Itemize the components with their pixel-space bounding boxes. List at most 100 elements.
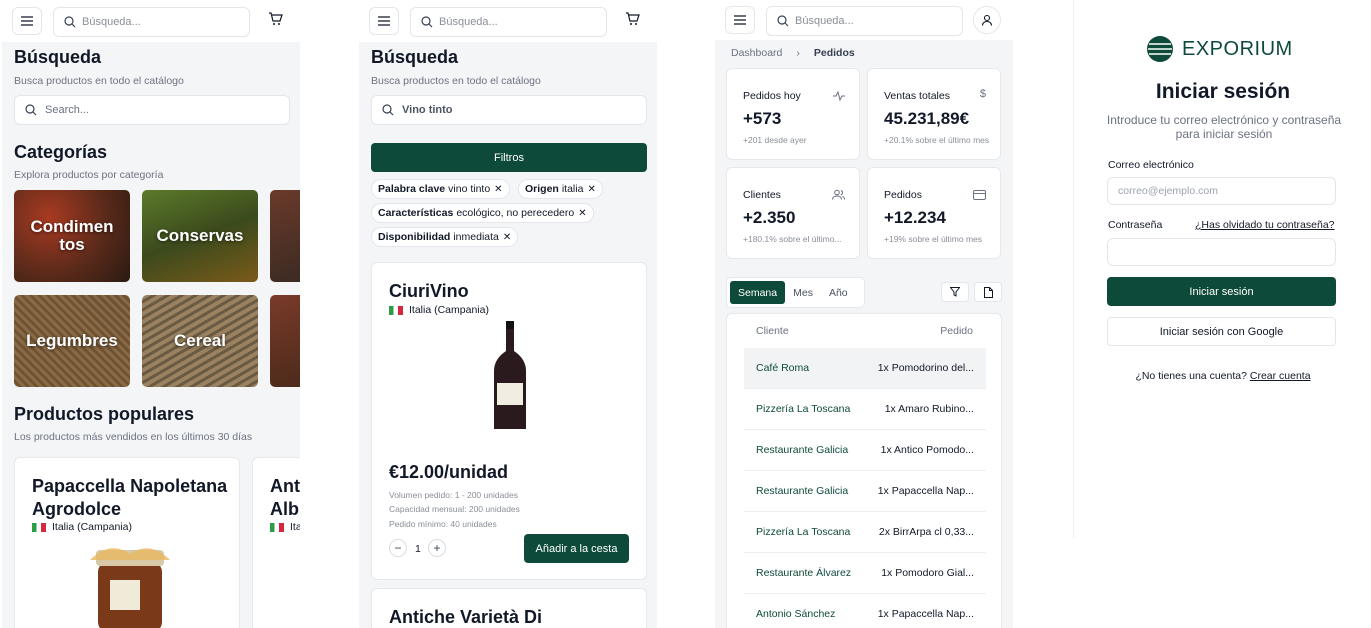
- table-row[interactable]: Restaurante Galicia 1x Papaccella Nap...: [744, 471, 986, 512]
- stat-sub: +19% sobre el último mes: [884, 234, 983, 244]
- forgot-password-link[interactable]: ¿Has olvidado tu contraseña?: [1195, 219, 1335, 231]
- table-row[interactable]: Pizzería La Toscana 2x BirrArpa cl 0,33.…: [744, 512, 986, 553]
- filters-button[interactable]: Filtros: [371, 143, 647, 172]
- menu-button[interactable]: [12, 7, 42, 35]
- product-card-partial[interactable]: AntAlbi Ita: [252, 457, 300, 628]
- menu-icon: [21, 16, 33, 26]
- categories-subtitle: Explora productos por categoría: [14, 169, 164, 181]
- filter-chip[interactable]: Origen italia ✕: [518, 179, 603, 199]
- tab-year[interactable]: Año: [821, 281, 856, 304]
- popular-subtitle: Los productos más vendidos en los último…: [14, 431, 253, 443]
- table-row[interactable]: Café Roma 1x Pomodorino del...: [744, 348, 986, 389]
- stat-label: Ventas totales: [884, 90, 950, 102]
- top-search-placeholder: Búsqueda...: [795, 15, 854, 27]
- add-to-cart-button[interactable]: Añadir a la cesta: [524, 534, 629, 563]
- close-icon[interactable]: ✕: [578, 208, 586, 219]
- search-icon: [25, 104, 37, 116]
- origin-text: Ita: [290, 521, 300, 533]
- filter-chip[interactable]: Palabra clave vino tinto ✕: [371, 179, 510, 199]
- jar-image: [90, 548, 170, 628]
- product-card[interactable]: Antiche Varietà Di: [371, 588, 647, 628]
- close-icon[interactable]: ✕: [587, 184, 595, 195]
- card-icon: [973, 187, 986, 205]
- category-card-condimentos[interactable]: Condimen tos: [14, 190, 130, 282]
- tab-week[interactable]: Semana: [730, 281, 786, 304]
- cell-client: Restaurante Galicia: [756, 485, 849, 497]
- cell-client: Café Roma: [756, 362, 810, 374]
- signup-prompt: ¿No tienes una cuenta? Crear cuenta: [1074, 370, 1371, 382]
- table-row[interactable]: Restaurante Galicia 1x Antico Pomodo...: [744, 430, 986, 471]
- product-name: Papaccella Napoletana Agrodolce: [32, 476, 228, 520]
- password-field[interactable]: [1107, 238, 1336, 266]
- category-card-partial[interactable]: [270, 295, 300, 387]
- category-card-legumbres[interactable]: Legumbres: [14, 295, 130, 387]
- search-input[interactable]: Search...: [14, 95, 290, 125]
- tab-month[interactable]: Mes: [785, 281, 821, 304]
- export-button[interactable]: [974, 282, 1002, 302]
- menu-icon: [378, 16, 390, 26]
- stat-label: Pedidos hoy: [743, 90, 801, 102]
- product-name: Antiche Varietà Di: [389, 607, 543, 627]
- wine-bottle-image: [494, 321, 526, 429]
- login-button[interactable]: Iniciar sesión: [1107, 277, 1336, 306]
- chip-value: inmediata: [453, 231, 499, 243]
- cell-order: 1x Antico Pomodo...: [880, 444, 974, 456]
- cell-order: 1x Pomodoro Gial...: [881, 567, 974, 579]
- search-icon: [64, 16, 76, 28]
- breadcrumb: Dashboard › Pedidos: [731, 47, 855, 59]
- top-search-input[interactable]: Búsqueda...: [766, 6, 963, 36]
- table-row[interactable]: Restaurante Álvarez 1x Pomodoro Gial...: [744, 553, 986, 594]
- category-label: Cereal: [174, 331, 226, 351]
- chip-key: Características: [378, 207, 454, 219]
- table-row[interactable]: Pizzería La Toscana 1x Amaro Rubino...: [744, 389, 986, 430]
- menu-button[interactable]: [725, 6, 755, 34]
- category-card-partial[interactable]: [270, 190, 300, 282]
- origin-text: Italia (Campania): [409, 304, 489, 316]
- exporium-logo-icon: [1147, 36, 1173, 62]
- search-screen: Búsqueda... Búsqueda Busca productos en …: [2, 0, 300, 628]
- chip-key: Palabra clave: [378, 183, 446, 195]
- brand-logo: EXPORIUM: [1146, 35, 1293, 63]
- email-placeholder: correo@ejemplo.com: [1118, 185, 1218, 197]
- popular-title: Productos populares: [14, 404, 195, 424]
- search-input[interactable]: Vino tinto: [371, 95, 647, 125]
- category-card-cereal[interactable]: Cereal: [142, 295, 258, 387]
- product-origin: Ita: [270, 521, 300, 533]
- cart-button[interactable]: [268, 12, 283, 31]
- page-title: Búsqueda: [371, 47, 459, 67]
- stat-label: Pedidos: [884, 189, 922, 201]
- dashboard-screen: Búsqueda... Dashboard › Pedidos Pedidos …: [715, 0, 1013, 628]
- cart-button[interactable]: [625, 12, 640, 31]
- increment-button[interactable]: +: [428, 539, 446, 557]
- search-icon: [777, 15, 789, 27]
- product-card[interactable]: CiuriVino Italia (Campania) €12.00/unida…: [371, 262, 647, 580]
- user-menu-button[interactable]: [973, 6, 1001, 34]
- stat-card-total-sales: Ventas totales $ 45.231,89€ +20.1% sobre…: [867, 68, 1001, 160]
- category-card-conservas[interactable]: Conservas: [142, 190, 258, 282]
- signup-link[interactable]: Crear cuenta: [1250, 370, 1311, 382]
- top-search-input[interactable]: Búsqueda...: [53, 7, 250, 37]
- filter-chip[interactable]: Características ecológico, no perecedero ✕: [371, 203, 594, 223]
- file-icon: [983, 286, 993, 298]
- column-header-client: Cliente: [756, 325, 789, 337]
- filter-chip[interactable]: Disponibilidad inmediata ✕: [371, 227, 519, 247]
- stat-card-orders: Pedidos +12.234 +19% sobre el último mes: [867, 167, 1001, 259]
- login-title: Iniciar sesión: [1155, 80, 1291, 103]
- close-icon[interactable]: ✕: [494, 184, 502, 195]
- filter-button[interactable]: [941, 282, 969, 302]
- stat-sub: +20.1% sobre el último mes: [884, 135, 990, 145]
- filter-icon: [950, 287, 960, 297]
- email-field[interactable]: correo@ejemplo.com: [1107, 177, 1336, 205]
- product-card[interactable]: Papaccella Napoletana Agrodolce Italia (…: [14, 457, 240, 628]
- close-icon[interactable]: ✕: [503, 232, 511, 243]
- column-header-order: Pedido: [940, 325, 973, 337]
- table-row[interactable]: Antonio Sánchez 1x Papaccella Nap...: [744, 594, 986, 628]
- google-login-button[interactable]: Iniciar sesión con Google: [1107, 317, 1336, 346]
- page-subtitle: Busca productos en todo el catálogo: [371, 75, 541, 87]
- product-origin: Italia (Campania): [389, 304, 489, 316]
- menu-button[interactable]: [369, 7, 399, 35]
- product-name: CiuriVino: [389, 281, 469, 301]
- decrement-button[interactable]: −: [389, 539, 407, 557]
- breadcrumb-home[interactable]: Dashboard: [731, 47, 782, 59]
- top-search-input[interactable]: Búsqueda...: [410, 7, 607, 37]
